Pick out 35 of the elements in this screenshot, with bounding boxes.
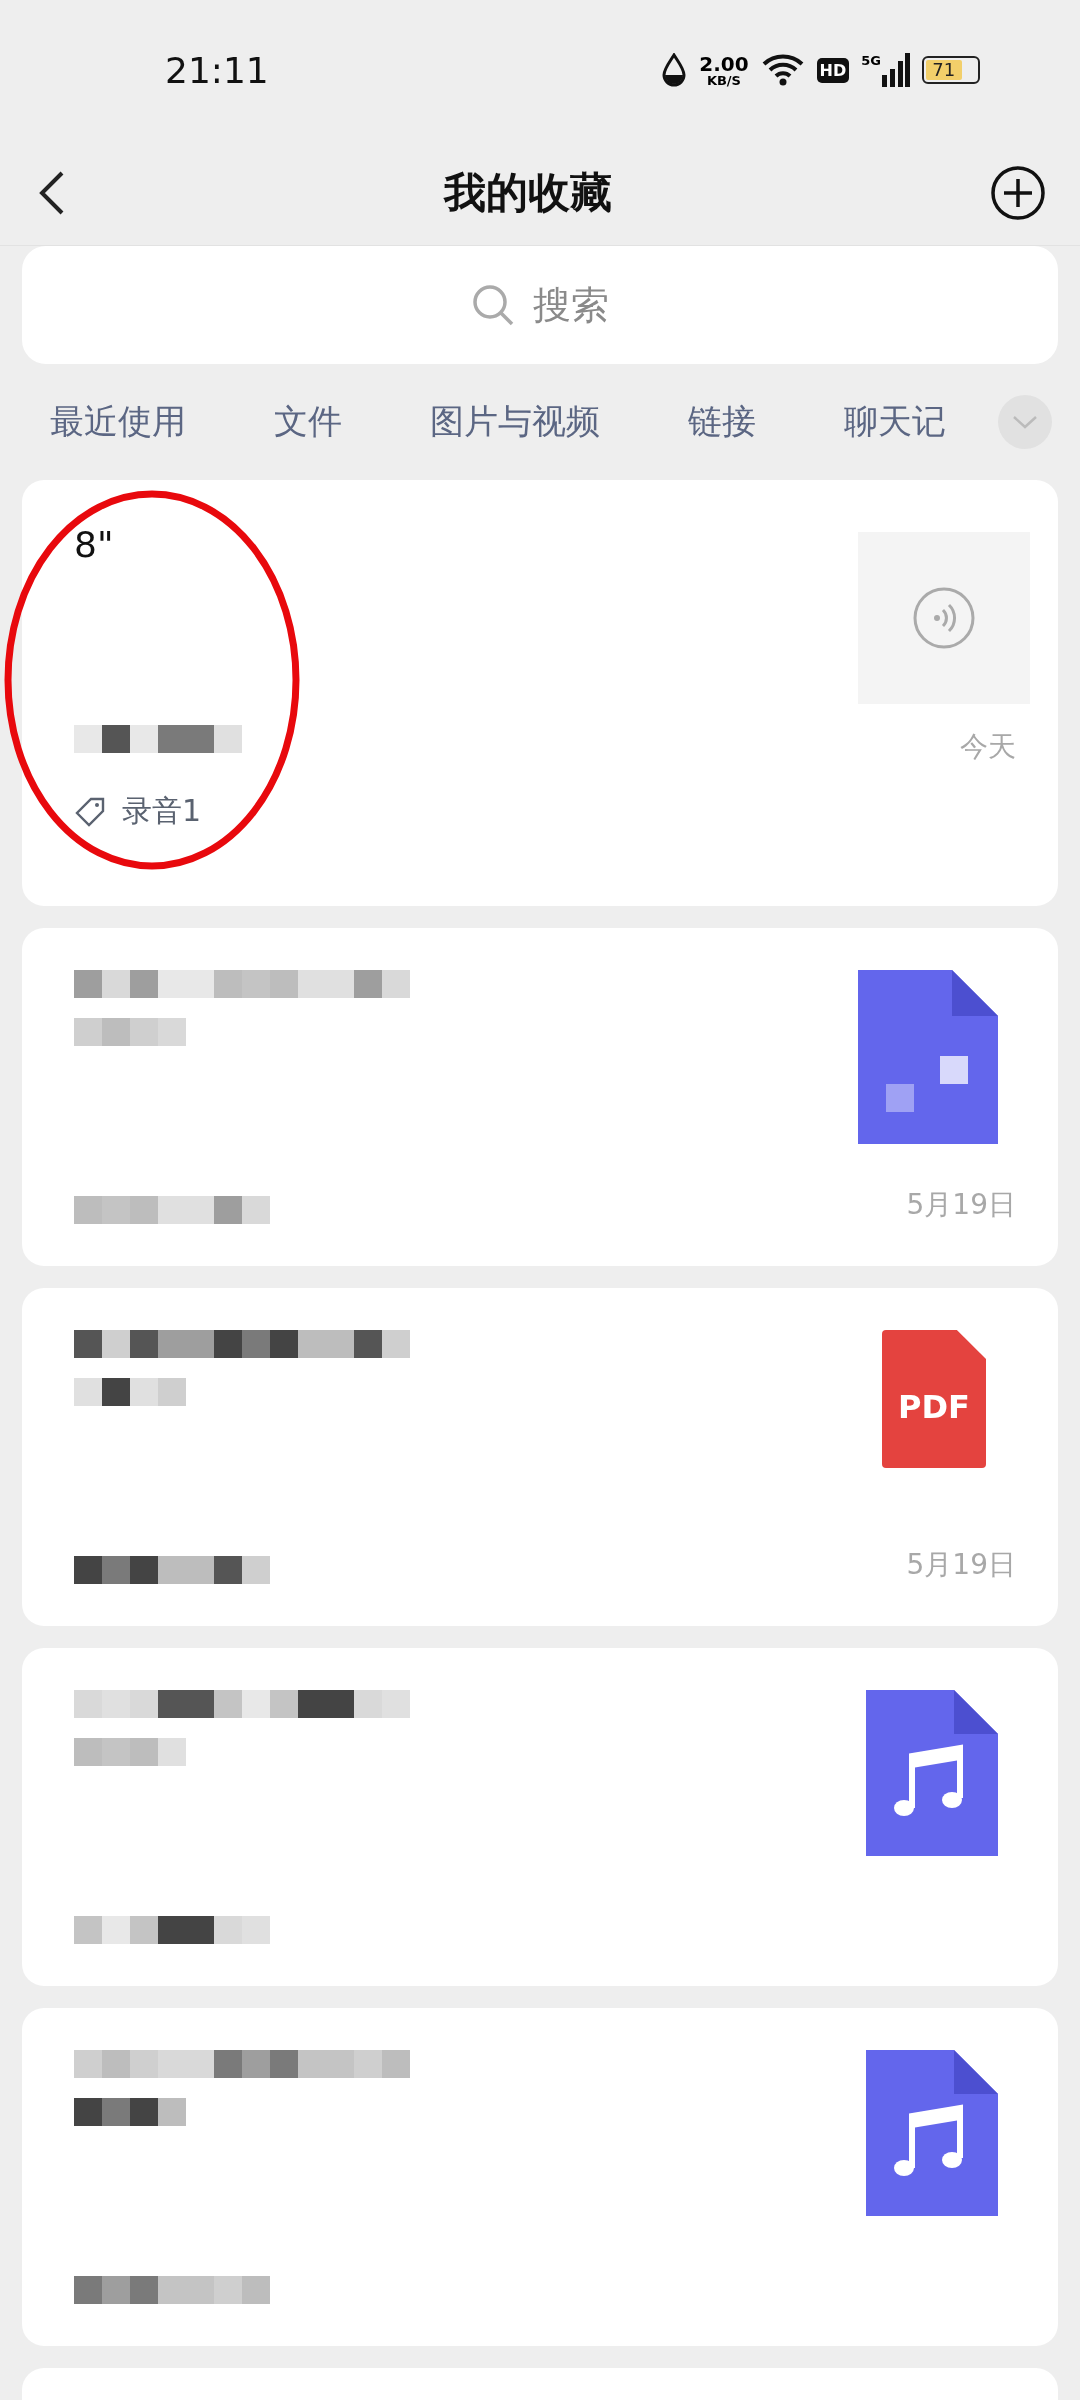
add-button[interactable] — [990, 164, 1046, 221]
favorite-card[interactable]: PDF 5月19日 — [22, 1288, 1058, 1626]
back-button[interactable] — [38, 169, 66, 216]
status-time: 21:11 — [165, 49, 269, 91]
hd-badge: HD — [816, 57, 850, 83]
category-tab[interactable]: 图片与视频 — [430, 399, 600, 445]
network-type: 5G — [861, 53, 881, 68]
battery-indicator: 71 — [922, 56, 980, 84]
favorite-card[interactable] — [22, 2008, 1058, 2346]
favorite-card[interactable]: 8" 录音1 今天 — [22, 480, 1058, 906]
wifi-icon — [760, 53, 805, 87]
saved-date: 5月19日 — [906, 1187, 1016, 1223]
saved-date: 5月19日 — [906, 1547, 1016, 1583]
category-tab[interactable]: 文件 — [274, 399, 342, 445]
page-title: 我的收藏 — [444, 166, 612, 219]
signal-icon — [882, 53, 910, 87]
search-icon — [471, 283, 515, 327]
audio-icon — [912, 586, 976, 650]
document-icon — [858, 970, 998, 1144]
category-tab[interactable]: 链接 — [688, 399, 756, 445]
music-file-icon — [866, 2050, 998, 2216]
favorite-card[interactable] — [22, 1648, 1058, 1986]
voice-duration: 8" — [74, 524, 115, 565]
saved-date: 今天 — [960, 729, 1016, 765]
pdf-icon: PDF — [882, 1330, 986, 1468]
music-file-icon — [866, 1690, 998, 1856]
chevron-down-icon — [1012, 415, 1038, 429]
category-tab[interactable]: 最近使用 — [50, 399, 186, 445]
speed-unit: KB/S — [706, 73, 741, 87]
network-speed: 2.00 — [699, 53, 749, 74]
search-field[interactable]: 搜索 — [22, 246, 1058, 364]
drop-icon — [661, 53, 688, 87]
category-tab[interactable]: 聊天记 — [844, 399, 946, 445]
tag-icon — [74, 795, 106, 828]
tag-label: 录音1 — [122, 792, 202, 830]
